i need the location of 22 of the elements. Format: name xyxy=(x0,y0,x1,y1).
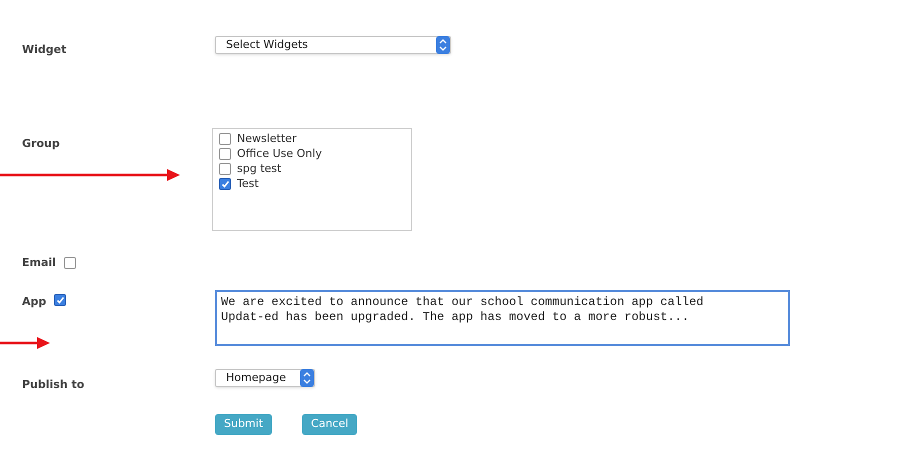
field-label: Group xyxy=(22,137,60,150)
option-label: Office Use Only xyxy=(237,147,322,161)
arrow-icon xyxy=(0,337,50,349)
widget-select[interactable]: Select Widgets xyxy=(215,36,451,54)
checkbox[interactable] xyxy=(54,294,66,306)
checkbox[interactable] xyxy=(219,163,231,175)
arrow-icon xyxy=(0,169,180,181)
field-label: Email xyxy=(22,254,56,271)
field-label: Widget xyxy=(22,43,66,56)
dropdown-arrow-icon xyxy=(436,36,450,54)
checkbox[interactable] xyxy=(219,148,231,160)
field-label: Publish to xyxy=(22,378,84,391)
checkbox[interactable] xyxy=(64,257,76,269)
message-field[interactable]: We are excited to announce that our school communication app called Updat-ed has been upgraded. The app has moved to a more robust... xyxy=(215,290,790,346)
option-label: spg test xyxy=(237,162,282,176)
checkbox[interactable] xyxy=(219,178,231,190)
field-label: App xyxy=(22,294,46,310)
dropdown-arrow-icon xyxy=(300,369,314,387)
option-label: Test xyxy=(237,177,259,191)
checkbox[interactable] xyxy=(219,133,231,145)
publish-select[interactable]: Homepage xyxy=(215,369,315,387)
option-label: Newsletter xyxy=(237,132,296,146)
